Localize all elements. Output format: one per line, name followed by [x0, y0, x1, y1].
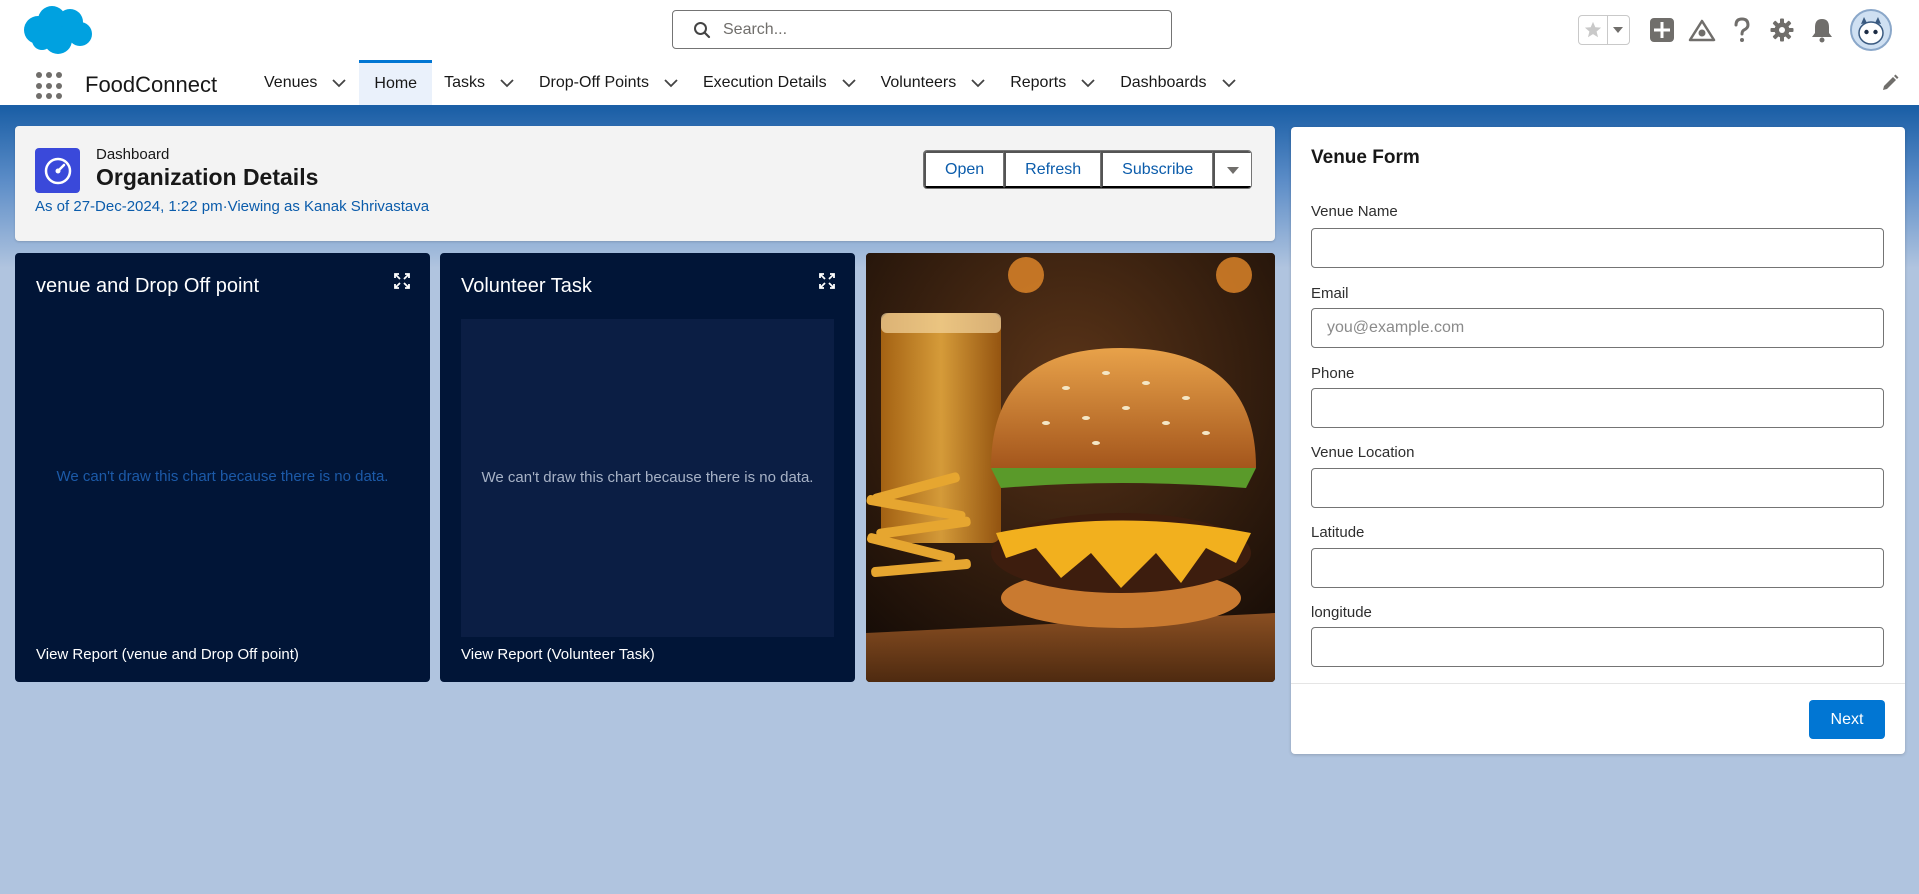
- refresh-button[interactable]: Refresh: [1004, 151, 1102, 188]
- email-field[interactable]: [1311, 308, 1884, 348]
- salesforce-cloud-logo[interactable]: [18, 4, 94, 56]
- dashboard-component-volunteer-task: Volunteer Task We can't draw this chart …: [440, 253, 855, 682]
- search-input[interactable]: [723, 20, 1143, 39]
- nav-item-label: Home: [374, 75, 418, 92]
- chevron-down-icon[interactable]: [331, 75, 347, 91]
- nav-item-execution-details[interactable]: Execution Details: [691, 60, 869, 105]
- chevron-down-icon: [1227, 166, 1240, 174]
- trailhead-icon[interactable]: [1688, 16, 1716, 44]
- expand-icon[interactable]: [394, 273, 410, 289]
- dashboard-subtitle: As of 27-Dec-2024, 1:22 pm·Viewing as Ka…: [35, 198, 430, 215]
- longitude-label: longitude: [1311, 604, 1372, 621]
- latitude-field[interactable]: [1311, 548, 1884, 588]
- gear-icon[interactable]: [1768, 16, 1796, 44]
- nav-item-reports[interactable]: Reports: [998, 60, 1108, 105]
- dashboard-header: Dashboard Organization Details As of 27-…: [15, 126, 1275, 241]
- chevron-down-icon[interactable]: [1080, 75, 1096, 91]
- expand-icon[interactable]: [819, 273, 835, 289]
- nav-item-tasks[interactable]: Tasks: [432, 60, 527, 105]
- phone-field[interactable]: [1311, 388, 1884, 428]
- component-title: venue and Drop Off point: [36, 275, 260, 297]
- favorites-group: [1578, 15, 1630, 45]
- dashboard-type-label: Dashboard: [96, 146, 170, 163]
- email-label: Email: [1311, 285, 1349, 302]
- header-actions: [1578, 9, 1892, 51]
- nav-item-drop-off-points[interactable]: Drop-Off Points: [527, 60, 691, 105]
- nav-item-dashboards[interactable]: Dashboards: [1108, 60, 1248, 105]
- nav-item-label: Volunteers: [880, 73, 957, 91]
- favorites-star-icon[interactable]: [1579, 16, 1608, 44]
- global-search[interactable]: [672, 10, 1172, 49]
- nav-item-venues[interactable]: Venues: [252, 60, 359, 105]
- app-name: FoodConnect: [85, 72, 218, 97]
- chevron-down-icon[interactable]: [841, 75, 857, 91]
- nav-item-label: Drop-Off Points: [538, 73, 649, 91]
- venue-name-field[interactable]: [1311, 228, 1884, 268]
- page-title: Organization Details: [96, 164, 319, 190]
- chevron-down-icon[interactable]: [499, 75, 515, 91]
- open-button[interactable]: Open: [924, 151, 1005, 188]
- bell-icon[interactable]: [1808, 16, 1836, 44]
- global-header: [0, 0, 1919, 60]
- latitude-label: Latitude: [1311, 524, 1365, 541]
- dashboard-gauge-icon: [35, 148, 80, 193]
- dashboard-actions: Open Refresh Subscribe: [923, 150, 1253, 189]
- view-report-link[interactable]: View Report (Volunteer Task): [461, 646, 655, 663]
- component-title: Volunteer Task: [461, 275, 592, 297]
- app-launcher-icon[interactable]: [36, 72, 64, 100]
- phone-label: Phone: [1311, 365, 1355, 382]
- avatar[interactable]: [1850, 9, 1892, 51]
- dashboard-component-venue-drop-off: venue and Drop Off point We can't draw t…: [15, 253, 430, 682]
- form-footer: Next: [1291, 683, 1905, 754]
- chevron-down-icon[interactable]: [970, 75, 986, 91]
- venue-form: Venue Form Venue Name Email Phone Venue …: [1291, 127, 1905, 754]
- chevron-down-icon[interactable]: [663, 75, 679, 91]
- nav-item-home[interactable]: Home: [359, 60, 433, 105]
- search-icon: [694, 21, 711, 38]
- venue-location-label: Venue Location: [1311, 444, 1415, 461]
- venue-name-label: Venue Name: [1311, 203, 1398, 220]
- burger-image: [866, 253, 1275, 682]
- favorites-chevron-down-icon[interactable]: [1608, 16, 1629, 44]
- no-data-message: We can't draw this chart because there i…: [481, 469, 814, 486]
- venue-location-field[interactable]: [1311, 468, 1884, 508]
- chevron-down-icon[interactable]: [1221, 75, 1237, 91]
- nav-item-label: Tasks: [444, 73, 485, 91]
- more-actions-button[interactable]: [1213, 151, 1252, 188]
- next-button[interactable]: Next: [1809, 700, 1885, 739]
- edit-pencil-icon[interactable]: [1881, 74, 1899, 92]
- nav-items: Venues Home Tasks Drop-Off Points Execut…: [252, 60, 1249, 105]
- subscribe-button[interactable]: Subscribe: [1101, 151, 1214, 188]
- help-icon[interactable]: [1728, 16, 1756, 44]
- app-nav-bar: FoodConnect Venues Home Tasks Drop-Off P…: [0, 60, 1919, 108]
- global-add-icon[interactable]: [1648, 16, 1676, 44]
- nav-item-label: Reports: [1010, 73, 1067, 91]
- nav-item-label: Dashboards: [1120, 73, 1207, 91]
- nav-item-volunteers[interactable]: Volunteers: [869, 60, 999, 105]
- chart-area: We can't draw this chart because there i…: [461, 319, 834, 637]
- no-data-message: We can't draw this chart because there i…: [56, 468, 389, 485]
- longitude-field[interactable]: [1311, 627, 1884, 667]
- form-title: Venue Form: [1311, 147, 1420, 168]
- nav-item-label: Execution Details: [702, 73, 827, 91]
- view-report-link[interactable]: View Report (venue and Drop Off point): [36, 646, 299, 663]
- nav-item-label: Venues: [264, 73, 318, 91]
